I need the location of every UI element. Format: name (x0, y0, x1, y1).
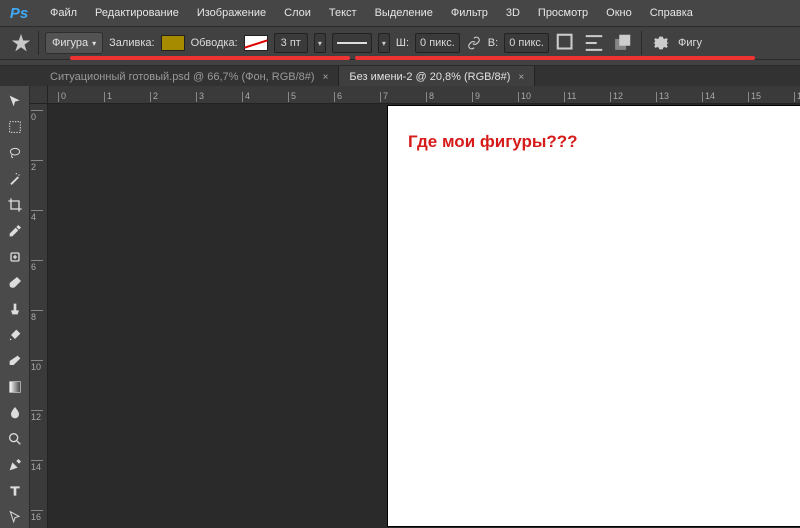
options-bar: Фигура ▾ Заливка: Обводка: 3 пт ▾ ▾ Ш: 0… (0, 26, 800, 60)
stroke-style-caret[interactable]: ▾ (378, 33, 390, 53)
app-logo: Ps (8, 2, 30, 24)
move-tool[interactable] (4, 90, 26, 112)
menu-image[interactable]: Изображение (189, 3, 274, 23)
path-operations-icon[interactable] (555, 32, 577, 54)
menu-type[interactable]: Текст (321, 3, 365, 23)
clone-stamp-tool[interactable] (4, 298, 26, 320)
blur-tool[interactable] (4, 402, 26, 424)
tool-mode-label: Фигура (52, 37, 88, 49)
menu-layer[interactable]: Слои (276, 3, 319, 23)
path-align-icon[interactable] (583, 32, 605, 54)
stroke-swatch[interactable] (244, 35, 268, 51)
document-area: 0 1 2 3 4 5 6 7 8 9 10 11 12 13 14 15 16… (30, 86, 800, 528)
annotation-text: Где мои фигуры??? (408, 132, 578, 152)
path-selection-tool[interactable] (4, 506, 26, 528)
canvas-viewport[interactable] (48, 104, 800, 528)
link-icon[interactable] (466, 35, 482, 51)
menu-file[interactable]: Файл (42, 3, 85, 23)
healing-brush-tool[interactable] (4, 246, 26, 268)
stroke-width-dropdown[interactable]: 3 пт (274, 33, 308, 53)
canvas[interactable] (388, 106, 800, 526)
fill-swatch[interactable] (161, 35, 185, 51)
menu-bar: Ps Файл Редактирование Изображение Слои … (0, 0, 800, 26)
fill-label: Заливка: (109, 37, 154, 49)
gradient-tool[interactable] (4, 376, 26, 398)
menu-3d[interactable]: 3D (498, 3, 528, 23)
gear-icon[interactable] (650, 32, 672, 54)
stroke-width-caret[interactable]: ▾ (314, 33, 326, 53)
pen-tool[interactable] (4, 454, 26, 476)
stroke-label: Обводка: (191, 37, 238, 49)
chevron-down-icon: ▾ (92, 39, 96, 48)
tool-mode-dropdown[interactable]: Фигура ▾ (45, 32, 103, 54)
menu-select[interactable]: Выделение (367, 3, 441, 23)
ruler-corner (30, 86, 48, 104)
close-icon[interactable]: × (518, 72, 524, 83)
options-overflow-text: Фигу (678, 37, 702, 49)
document-tab-1[interactable]: Ситуационный готовый.psd @ 66,7% (Фон, R… (40, 66, 339, 88)
magic-wand-tool[interactable] (4, 168, 26, 190)
tools-panel (0, 86, 30, 528)
crop-tool[interactable] (4, 194, 26, 216)
menu-help[interactable]: Справка (642, 3, 701, 23)
eyedropper-tool[interactable] (4, 220, 26, 242)
document-tab-bar: Ситуационный готовый.psd @ 66,7% (Фон, R… (0, 66, 800, 88)
width-label: Ш: (396, 37, 409, 49)
annotation-underline-1 (70, 56, 350, 60)
menu-filter[interactable]: Фильтр (443, 3, 496, 23)
brush-tool[interactable] (4, 272, 26, 294)
close-icon[interactable]: × (323, 72, 329, 83)
width-field[interactable]: 0 пикс. (415, 33, 460, 53)
stroke-style-dropdown[interactable] (332, 33, 372, 53)
menu-edit[interactable]: Редактирование (87, 3, 187, 23)
path-arrange-icon[interactable] (611, 32, 633, 54)
type-tool[interactable] (4, 480, 26, 502)
height-field[interactable]: 0 пикс. (504, 33, 549, 53)
marquee-tool[interactable] (4, 116, 26, 138)
ruler-vertical[interactable]: 0 2 4 6 8 10 12 14 16 (30, 104, 48, 528)
annotation-underline-2 (355, 56, 755, 60)
eraser-tool[interactable] (4, 350, 26, 372)
height-label: В: (488, 37, 498, 49)
menu-view[interactable]: Просмотр (530, 3, 596, 23)
menu-window[interactable]: Окно (598, 3, 640, 23)
history-brush-tool[interactable] (4, 324, 26, 346)
shape-tool-icon[interactable] (10, 32, 32, 54)
dodge-tool[interactable] (4, 428, 26, 450)
ruler-horizontal[interactable]: 0 1 2 3 4 5 6 7 8 9 10 11 12 13 14 15 16 (48, 86, 800, 104)
workspace: 0 1 2 3 4 5 6 7 8 9 10 11 12 13 14 15 16… (0, 86, 800, 528)
document-tab-2[interactable]: Без имени-2 @ 20,8% (RGB/8#) × (339, 66, 535, 88)
lasso-tool[interactable] (4, 142, 26, 164)
